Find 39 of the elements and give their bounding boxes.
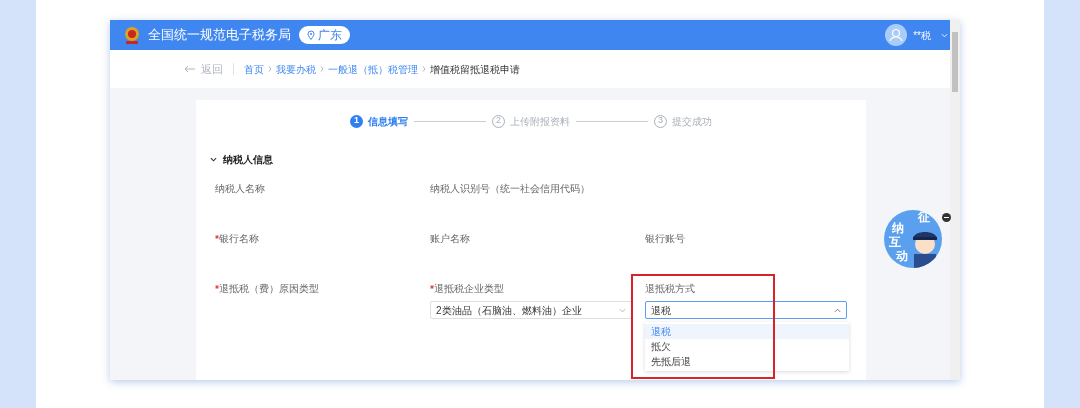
back-arrow-icon[interactable]: [184, 65, 196, 73]
dropdown-option[interactable]: 先抵后退: [645, 354, 849, 369]
step[interactable]: 1 信息填写: [350, 113, 408, 129]
scrollbar-thumb[interactable]: [952, 32, 958, 92]
minimize-icon[interactable]: [942, 213, 951, 222]
field-label: 银行名称: [219, 232, 259, 246]
badge-character: 动: [896, 250, 908, 262]
chevron-down-icon[interactable]: [210, 157, 217, 162]
dropdown-option[interactable]: 退税: [645, 324, 849, 339]
user-name[interactable]: **税: [913, 27, 931, 43]
chevron-right-icon: [320, 66, 324, 72]
avatar-icon[interactable]: [885, 24, 908, 46]
field-label: 退抵税企业类型: [434, 282, 504, 296]
site-title: 全国统一规范电子税务局: [148, 26, 291, 45]
badge-character: 纳: [892, 222, 904, 234]
breadcrumb-link[interactable]: 一般退（抵）税管理: [328, 61, 418, 77]
back-link[interactable]: 返回: [201, 60, 223, 78]
scrollbar[interactable]: [950, 20, 960, 380]
step[interactable]: 2 上传附报资料: [492, 113, 570, 129]
field-label: 退抵税（费）原因类型: [219, 282, 319, 296]
field-label: 纳税人识别号（统一社会信用代码）: [430, 182, 590, 196]
breadcrumb-link[interactable]: 首页: [244, 61, 264, 77]
select-field[interactable]: 2类油品（石脑油、燃料油）企业: [430, 301, 632, 319]
field-label: 纳税人名称: [215, 182, 265, 196]
chevron-up-icon[interactable]: [834, 307, 841, 313]
chevron-right-icon: [422, 66, 426, 72]
field-label: 银行账号: [645, 232, 685, 246]
badge-character: 互: [889, 236, 901, 248]
select-field[interactable]: 退税: [645, 301, 847, 319]
field-label: 退抵税方式: [645, 282, 695, 296]
field-label: 账户名称: [430, 232, 470, 246]
step[interactable]: 3 提交成功: [654, 113, 712, 129]
section-title: 纳税人信息: [223, 153, 273, 167]
dropdown-option[interactable]: 抵欠: [645, 339, 849, 354]
location-pin-icon: [307, 30, 315, 40]
breadcrumb-link[interactable]: 我要办税: [276, 61, 316, 77]
region-selector[interactable]: 广东: [299, 26, 350, 44]
chevron-right-icon: [268, 66, 272, 72]
emblem-icon: [122, 25, 142, 45]
